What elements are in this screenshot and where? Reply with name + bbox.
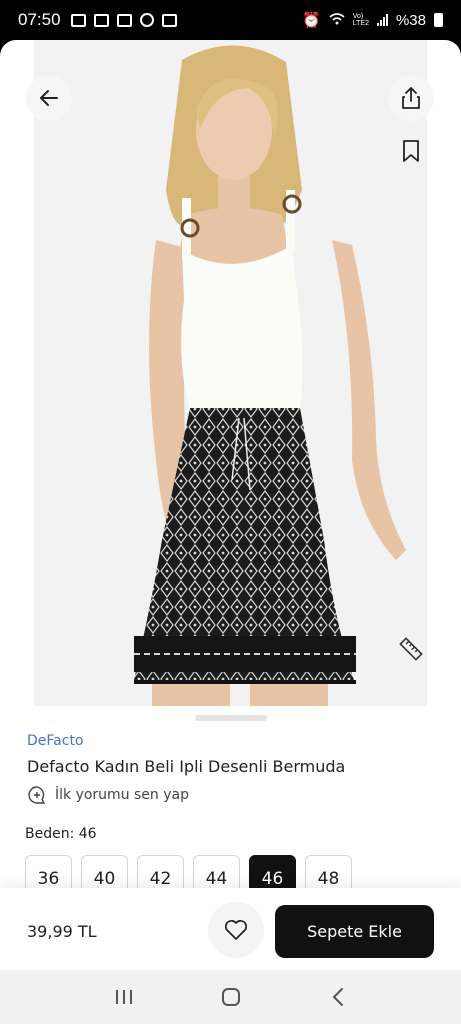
recent-apps-button[interactable] (104, 977, 144, 1017)
status-right: ⏰ Vo) LTE2 %38 (302, 11, 443, 29)
news-icon (93, 13, 109, 27)
product-price: 39,99 TL (27, 922, 97, 941)
size-label: Beden: 46 (25, 826, 97, 842)
instagram-icon (116, 13, 132, 27)
battery-icon (434, 13, 443, 27)
comment-add-icon (28, 786, 46, 804)
home-button[interactable] (211, 977, 251, 1017)
review-prompt[interactable]: İlk yorumu sen yap (27, 785, 189, 805)
bookmark-icon (403, 140, 419, 162)
product-sheet: DeFacto Defacto Kadın Beli Ipli Desenli … (0, 40, 461, 970)
gallery-icon (161, 13, 177, 27)
home-icon (221, 988, 240, 1006)
cast-icon (70, 13, 86, 27)
signal-icon (376, 14, 388, 26)
add-to-cart-button[interactable]: Sepete Ekle (275, 905, 434, 958)
model-illustration (34, 40, 427, 706)
size-guide-button[interactable] (388, 626, 434, 672)
review-prompt-text: İlk yorumu sen yap (55, 787, 189, 803)
favorite-button[interactable] (208, 902, 264, 958)
heart-icon (224, 919, 248, 940)
share-button[interactable] (388, 75, 434, 121)
image-pager-indicator (195, 715, 267, 721)
wifi-icon (329, 12, 345, 29)
status-time: 07:50 (18, 10, 61, 29)
bookmark-button[interactable] (388, 128, 434, 174)
chevron-left-icon (332, 988, 343, 1006)
brand-link[interactable]: DeFacto (27, 733, 84, 749)
battery-text: %38 (395, 11, 426, 29)
system-back-button[interactable] (318, 977, 358, 1017)
purchase-bar: 39,99 TL Sepete Ekle (0, 888, 461, 970)
ruler-icon (399, 637, 423, 661)
share-icon (402, 87, 420, 109)
notification-icons (70, 13, 177, 27)
recent-apps-icon (115, 990, 132, 1004)
product-image[interactable] (34, 40, 427, 706)
status-bar: 07:50 ⏰ Vo) LTE2 %38 (0, 0, 461, 40)
network-label: Vo) LTE2 (352, 13, 369, 27)
back-button[interactable] (26, 75, 72, 121)
product-title: Defacto Kadın Beli Ipli Desenli Bermuda (27, 757, 346, 776)
arrow-left-icon (40, 90, 58, 106)
alarm-icon: ⏰ (302, 12, 321, 29)
system-navigation-bar (0, 970, 461, 1024)
messenger-icon (139, 13, 154, 27)
